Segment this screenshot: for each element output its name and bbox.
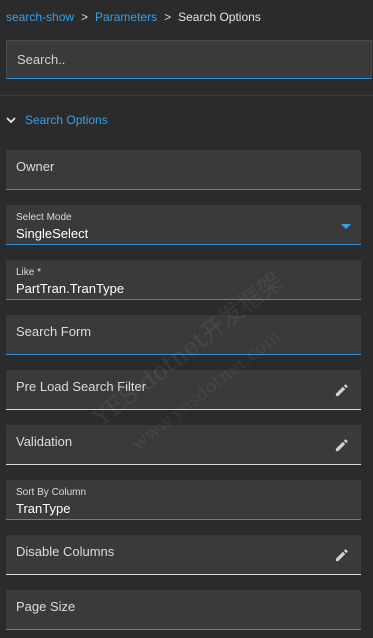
field-value: SingleSelect bbox=[16, 226, 89, 241]
section-header-search-options[interactable]: Search Options bbox=[6, 112, 108, 128]
pencil-icon[interactable] bbox=[334, 383, 349, 398]
field-value: PartTran.TranType bbox=[16, 281, 125, 296]
breadcrumb-link-parameters[interactable]: Parameters bbox=[95, 10, 157, 24]
divider bbox=[0, 95, 373, 96]
owner-field[interactable]: Owner bbox=[6, 150, 361, 190]
search-form-field[interactable]: Search Form bbox=[6, 315, 361, 355]
pre-load-search-filter-field[interactable]: Pre Load Search Filter bbox=[6, 370, 361, 410]
caret-down-icon[interactable] bbox=[341, 224, 351, 229]
pencil-icon[interactable] bbox=[334, 548, 349, 563]
like-field[interactable]: Like * PartTran.TranType bbox=[6, 260, 361, 300]
field-label: Search Form bbox=[16, 324, 92, 339]
select-mode-dropdown[interactable]: Select Mode SingleSelect bbox=[6, 205, 361, 245]
breadcrumb-separator: > bbox=[164, 10, 172, 24]
section-title: Search Options bbox=[25, 113, 108, 127]
breadcrumb-link-search-show[interactable]: search-show bbox=[6, 10, 74, 24]
disable-columns-field[interactable]: Disable Columns bbox=[6, 535, 361, 575]
search-input[interactable] bbox=[7, 41, 371, 78]
field-label: Validation bbox=[16, 434, 73, 449]
sort-by-column-field[interactable]: Sort By Column TranType bbox=[6, 480, 361, 520]
field-label: Select Mode bbox=[16, 212, 72, 223]
pencil-icon[interactable] bbox=[334, 438, 349, 453]
field-label: Page Size bbox=[16, 599, 76, 614]
breadcrumb-separator: > bbox=[81, 10, 89, 24]
validation-field[interactable]: Validation bbox=[6, 425, 361, 465]
search-box bbox=[6, 40, 372, 79]
field-label: Pre Load Search Filter bbox=[16, 379, 147, 394]
field-label: Sort By Column bbox=[16, 487, 87, 498]
field-label: Like * bbox=[16, 267, 42, 278]
breadcrumb-current: Search Options bbox=[178, 10, 261, 24]
page-size-field[interactable]: Page Size bbox=[6, 590, 361, 630]
field-label: Disable Columns bbox=[16, 544, 115, 559]
breadcrumb: search-show > Parameters > Search Options bbox=[6, 10, 261, 24]
field-label: Owner bbox=[16, 159, 55, 174]
field-value: TranType bbox=[16, 501, 71, 516]
chevron-down-icon bbox=[6, 116, 16, 123]
